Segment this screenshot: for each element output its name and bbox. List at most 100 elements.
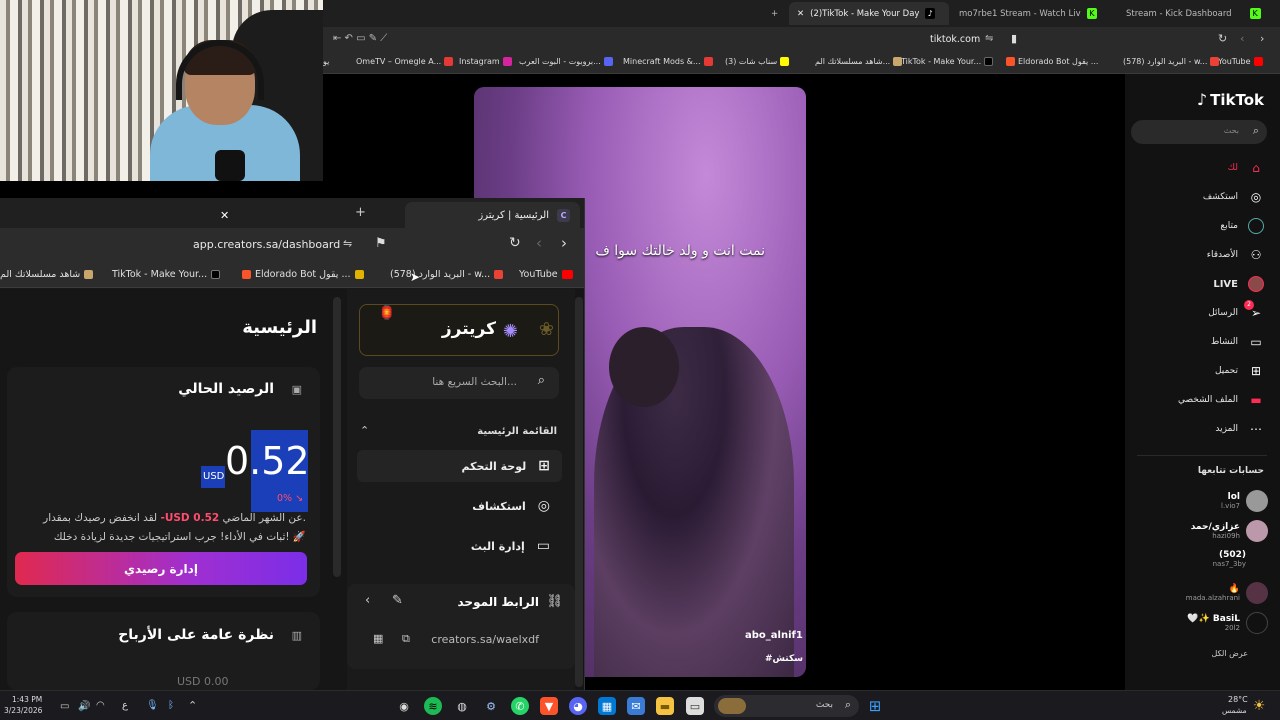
app-brave-icon[interactable]: ▼ xyxy=(540,697,558,715)
search-icon[interactable]: ⌕ xyxy=(1253,124,1259,138)
site-settings-icon[interactable]: ⇋ xyxy=(985,33,993,44)
tab-tiktok[interactable]: ✕ (2)TikTok - Make Your Day ♪ xyxy=(789,2,949,25)
nav-profile[interactable]: الملف الشخصي ▬ xyxy=(1178,392,1264,408)
nav-activity[interactable]: النشاط ▭ xyxy=(1211,334,1264,350)
nav-messages[interactable]: الرسائل ➢ 2 xyxy=(1208,300,1264,321)
volume-icon[interactable]: 🔊 xyxy=(78,701,90,712)
qr-code-icon[interactable]: ▦ xyxy=(373,632,383,645)
site-settings-icon[interactable]: ⇋ xyxy=(343,237,352,250)
following-item[interactable]: (502) nas7_3by xyxy=(1213,550,1246,568)
bookmark-tiktok[interactable]: TikTok - Make Your... xyxy=(901,57,994,66)
bookmark-gmail[interactable]: البريد الوارد (578) - w... xyxy=(1123,57,1220,66)
weather-sun-icon[interactable]: ☀ xyxy=(1250,697,1268,715)
clock-date[interactable]: 3/23/2026 xyxy=(4,706,42,715)
close-icon[interactable]: ✕ xyxy=(220,209,229,222)
weather-desc[interactable]: مشمس xyxy=(1222,706,1247,715)
app-store-icon[interactable]: ▦ xyxy=(598,697,616,715)
new-tab-button[interactable]: + xyxy=(355,205,366,220)
creators-address-bar[interactable]: app.creators.sa/dashboard ⇋ ⚑ ↻ ‹ › xyxy=(0,228,584,262)
microphone-icon[interactable]: 🎙 xyxy=(146,700,159,711)
battery-icon[interactable]: ▭ xyxy=(60,701,69,712)
quick-search-input[interactable]: البحث السريع هنا... ⌕ xyxy=(359,367,559,399)
new-tab-button[interactable]: + xyxy=(763,2,786,25)
following-item[interactable]: lol l.vio7 xyxy=(1221,490,1268,512)
back-icon[interactable]: › xyxy=(561,234,567,252)
video-hashtag[interactable]: #سكتش xyxy=(765,654,803,664)
video-username[interactable]: abo_alnif1 xyxy=(745,630,803,641)
app-discord-icon[interactable]: ◕ xyxy=(569,697,587,715)
app-steam-icon[interactable]: ⚙ xyxy=(482,697,500,715)
unified-link-value[interactable]: creators.sa/waelxdf xyxy=(431,633,539,646)
clock-time[interactable]: 1:43 PM xyxy=(12,695,42,704)
bookmark-shahid[interactable]: شاهد مسلسلاتك الم xyxy=(0,269,94,280)
language-indicator[interactable]: ع xyxy=(122,700,128,711)
app-whatsapp-icon[interactable]: ✆ xyxy=(511,697,529,715)
following-item[interactable]: عزازي/حمد hazi09h xyxy=(1191,520,1268,542)
nav-more[interactable]: المزيد ⋯ xyxy=(1215,421,1264,437)
scrollbar[interactable] xyxy=(333,297,341,577)
taskbar-search[interactable]: بحث ⌕ xyxy=(714,695,859,717)
sidebar-item-dashboard[interactable]: لوحة التحكم ⊞ xyxy=(357,450,562,482)
app-spotify-icon[interactable]: ≋ xyxy=(424,697,442,715)
tab-creators[interactable]: ✕ الرئيسية | كريترز C xyxy=(220,202,580,228)
bookmark-icon[interactable]: ⚑ xyxy=(375,236,387,251)
nav-live[interactable]: LIVE xyxy=(1213,276,1264,292)
nav-friends[interactable]: الأصدقاء ⚇ xyxy=(1207,247,1264,263)
bookmark-youtube[interactable]: YouTube xyxy=(1218,57,1263,66)
edit-icon[interactable]: ✎ xyxy=(392,593,403,608)
snapchat-icon xyxy=(780,57,790,66)
following-item[interactable]: 🔥 mada.alzahrani xyxy=(1186,582,1268,604)
forward-icon[interactable]: ‹ xyxy=(1240,32,1244,45)
bookmark-gmail[interactable]: البريد الوارد (578) - w... xyxy=(390,269,504,280)
chevron-up-icon[interactable]: ⌃ xyxy=(360,424,369,437)
bookmark-instagram[interactable]: Instagram xyxy=(459,57,512,66)
bookmark-eldorado[interactable]: Eldorado Bot يقول ... xyxy=(1006,57,1098,66)
app-obs-icon[interactable]: ◉ xyxy=(395,697,413,715)
scrollbar[interactable] xyxy=(575,297,583,687)
copy-icon[interactable]: ⧉ xyxy=(402,632,410,646)
wifi-icon[interactable]: ◠ xyxy=(96,700,105,711)
app-task-view-icon[interactable]: ▭ xyxy=(686,697,704,715)
forward-icon[interactable]: ‹ xyxy=(536,234,542,252)
reload-icon[interactable]: ↻ xyxy=(1218,32,1227,45)
creators-logo[interactable]: 🏮 كريترز ✺ ❀ xyxy=(359,304,559,356)
tiktok-search-input[interactable]: بحث ⌕ xyxy=(1131,120,1267,144)
bookmark-probot[interactable]: بروبوت - البوت العرب... xyxy=(519,57,613,66)
bookmark-partial[interactable]: يو xyxy=(323,57,329,66)
app-github-icon[interactable]: ◍ xyxy=(453,697,471,715)
bookmark-eldorado[interactable]: Eldorado Bot يقول ... xyxy=(242,269,364,280)
nav-upload[interactable]: تحميل ⊞ xyxy=(1215,363,1264,379)
tiktok-address-bar[interactable]: ⇤ ↶ ▭ ✎ ⟋ tiktok.com ⇋ ▮ ↻ ‹ › xyxy=(323,27,1280,52)
windows-start-icon[interactable]: ⊞ xyxy=(866,697,884,715)
nav-explore[interactable]: استكشف ◎ xyxy=(1203,189,1264,205)
see-all-link[interactable]: عرض الكل xyxy=(1211,649,1248,658)
page-title: الرئيسية xyxy=(242,317,317,338)
bluetooth-icon[interactable]: ᛒ xyxy=(168,700,174,711)
bookmark-tiktok[interactable]: TikTok - Make Your... xyxy=(112,269,221,280)
app-mail-icon[interactable]: ✉ xyxy=(627,697,645,715)
following-item[interactable]: 🤍✨ BasiL 20l2 xyxy=(1187,612,1268,634)
nav-following[interactable]: متابع xyxy=(1220,218,1264,234)
manage-balance-button[interactable]: إدارة رصيدي xyxy=(15,552,307,585)
tab-kick-dashboard[interactable]: Stream - Kick Dashboard K xyxy=(1118,2,1278,25)
creators-url[interactable]: app.creators.sa/dashboard xyxy=(193,238,340,251)
sidebar-item-stream[interactable]: إدارة البث ▭ xyxy=(357,530,562,562)
bookmark-icon[interactable]: ▮ xyxy=(1011,32,1017,45)
nav-foryou[interactable]: لك ⌂ xyxy=(1228,160,1264,176)
chevron-up-icon[interactable]: ⌃ xyxy=(188,699,197,712)
bookmark-ometv[interactable]: OmeTV – Omegle A... xyxy=(356,57,454,66)
tiktok-url[interactable]: tiktok.com xyxy=(930,34,980,45)
bookmark-youtube[interactable]: YouTube xyxy=(519,269,573,280)
bookmark-shahid[interactable]: شاهد مسلسلاتك الم... xyxy=(815,57,903,66)
tiktok-logo[interactable]: ♪ TikTok xyxy=(1197,90,1264,109)
close-icon[interactable]: ✕ xyxy=(797,9,804,19)
tab-kick-stream[interactable]: mo7rbe1 Stream - Watch Live on Kick K xyxy=(951,2,1111,25)
weather-temp[interactable]: 28°C xyxy=(1228,695,1248,704)
back-icon[interactable]: › xyxy=(1260,32,1264,45)
bookmark-snapchat[interactable]: (3) سناب شات xyxy=(725,57,790,66)
app-file-explorer-icon[interactable]: ▬ xyxy=(656,697,674,715)
chevron-left-icon[interactable]: ‹ xyxy=(365,593,370,608)
bookmark-minecraft[interactable]: Minecraft Mods &... xyxy=(623,57,713,66)
reload-icon[interactable]: ↻ xyxy=(509,235,521,251)
sidebar-item-explore[interactable]: استكشاف ◎ xyxy=(357,490,562,522)
